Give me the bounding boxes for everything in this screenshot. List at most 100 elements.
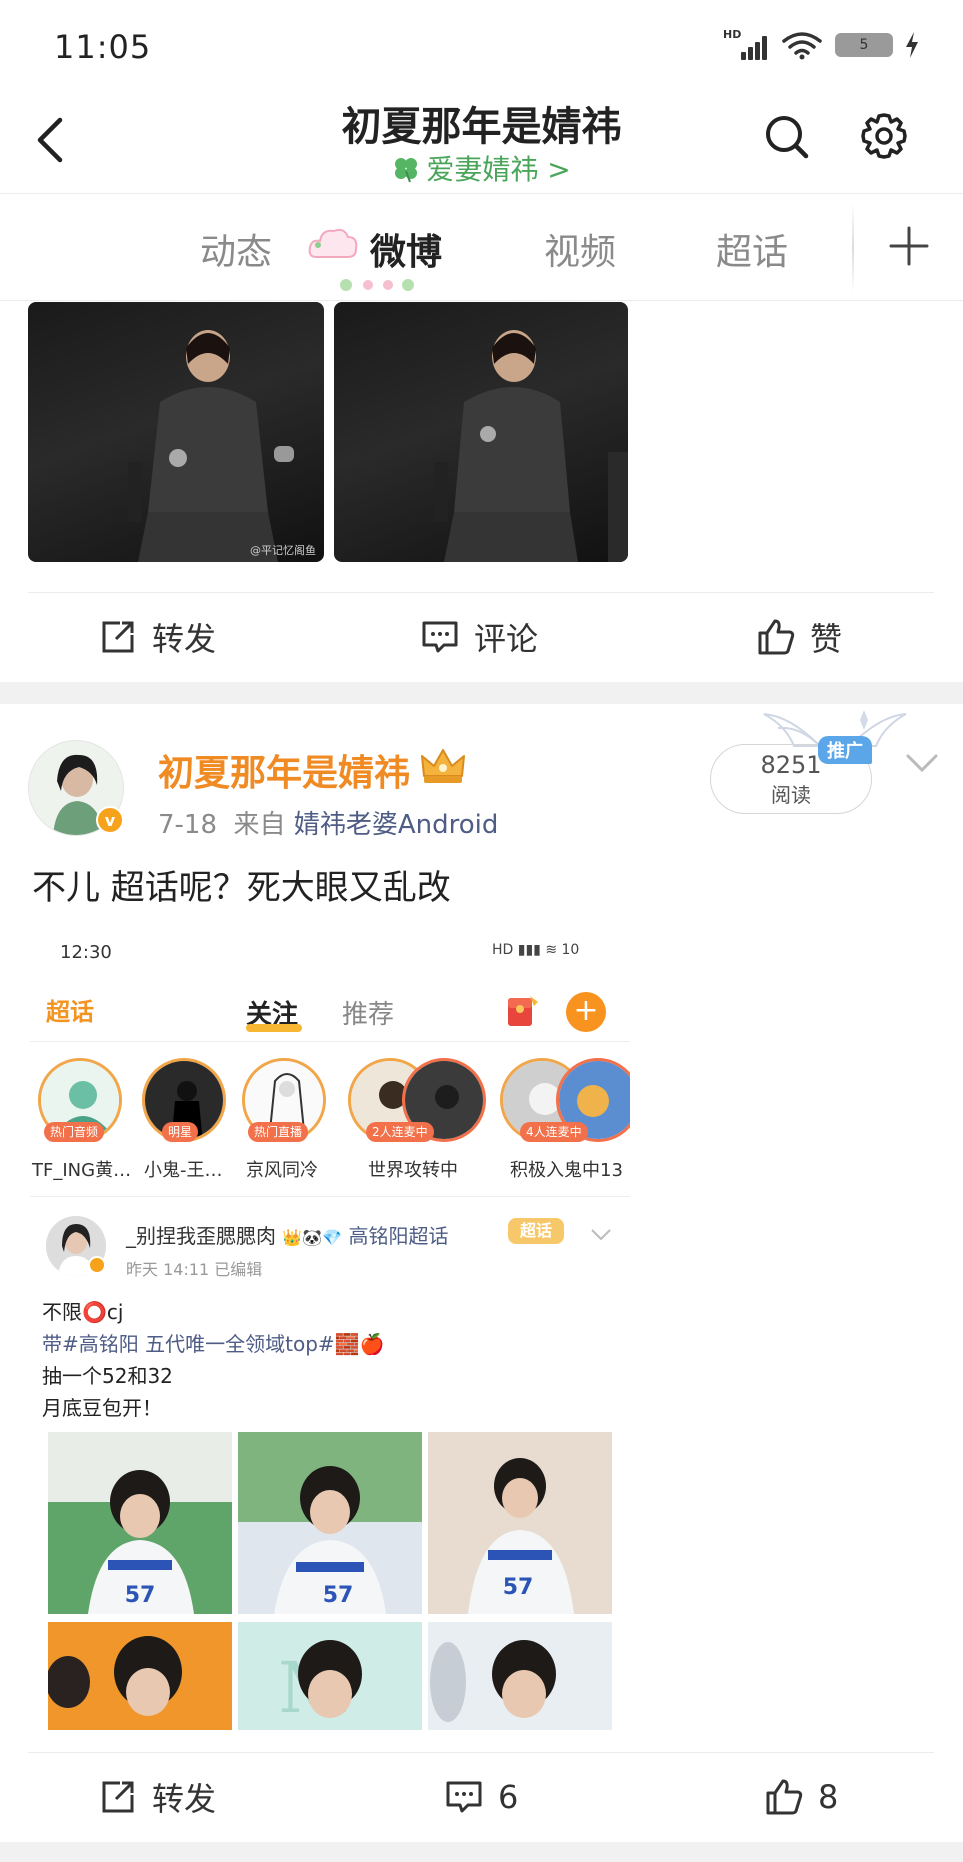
repost-label: 转发 xyxy=(152,1780,217,1818)
charging-icon xyxy=(906,32,918,58)
embed-photo xyxy=(428,1622,612,1730)
comment-button[interactable]: 评论 xyxy=(420,592,538,682)
share-icon xyxy=(102,1781,134,1813)
page-header: 初夏那年是婧祎 爱妻婧祎 > xyxy=(0,90,963,194)
battery-indicator: 5 xyxy=(835,33,893,57)
cloud-sticker-icon xyxy=(308,228,358,258)
svg-text:57: 57 xyxy=(125,1583,156,1608)
feed-separator xyxy=(0,682,963,704)
photo-figure xyxy=(434,330,628,562)
embed-topic-link: 高铭阳超话 xyxy=(348,1224,449,1248)
comment-button[interactable]: 6 xyxy=(444,1752,518,1842)
tab-dynamics[interactable]: 动态 xyxy=(200,223,272,275)
profile-title: 初夏那年是婧祎 xyxy=(341,104,622,150)
signal-label: HD xyxy=(723,28,742,41)
post-username[interactable]: 初夏那年是婧祎 xyxy=(158,744,410,796)
embed-username-text: _别捏我歪腮腮肉 xyxy=(126,1224,276,1248)
community-label: 京风同冷 xyxy=(246,1160,318,1181)
tab-weibo[interactable]: 微博 xyxy=(370,223,442,275)
community-label: 世界攻转中 xyxy=(368,1160,458,1181)
tab-video[interactable]: 视频 xyxy=(544,223,616,275)
post-image[interactable] xyxy=(334,302,628,562)
status-time: 11:05 xyxy=(54,28,152,66)
community-tag: 明星 xyxy=(162,1122,199,1142)
thumbs-up-icon xyxy=(758,619,795,655)
image-watermark: @平记忆阁鱼 xyxy=(250,544,316,557)
embed-post-line: 带#高铭阳 五代唯一全领域top#🧱🍎 xyxy=(42,1328,384,1357)
red-packet-icon xyxy=(508,996,538,1026)
source-prefix: 来自 xyxy=(233,810,286,840)
share-icon xyxy=(102,621,134,653)
crown-icon xyxy=(421,749,465,783)
search-icon[interactable] xyxy=(762,112,812,162)
read-label: 阅读 xyxy=(771,783,811,807)
embed-supertopic-tag: 超话 xyxy=(508,1218,564,1244)
embed-tab-underline xyxy=(246,1024,302,1032)
embed-photo: 57 xyxy=(48,1432,232,1614)
svg-text:57: 57 xyxy=(323,1583,354,1608)
embed-photo: 57 xyxy=(238,1432,422,1614)
embed-post-line: 抽一个52和32 xyxy=(42,1364,173,1388)
embed-add-button: + xyxy=(566,992,606,1032)
community-label: 积极入鬼中13 xyxy=(510,1160,623,1181)
community-label: 小鬼-王… xyxy=(144,1160,223,1181)
embed-post-line: 不限⭕cj xyxy=(42,1300,124,1324)
embed-tab-recommend: 推荐 xyxy=(342,1000,395,1030)
repost-button[interactable]: 转发 xyxy=(98,1752,216,1842)
comment-icon xyxy=(446,1781,482,1813)
post-screenshot-image[interactable]: 12:30 HD ▮▮▮ ≋ 10 超话 关注 推荐 + 热门音频 TF_ING… xyxy=(30,930,630,1730)
profile-subtitle-link[interactable]: 爱妻婧祎 > xyxy=(0,148,963,188)
embed-status: HD ▮▮▮ ≋ 10 xyxy=(492,942,580,958)
promotion-badge: 推广 xyxy=(818,736,872,764)
subtitle-text: 爱妻婧祎 > xyxy=(426,153,571,186)
embed-logo: 超话 xyxy=(46,998,94,1026)
embed-topbar: 超话 关注 推荐 + xyxy=(30,982,630,1042)
community-label: TF_ING黄… xyxy=(32,1160,132,1181)
chevron-down-icon[interactable] xyxy=(904,752,940,774)
community-tag: 4人连麦中 xyxy=(520,1122,588,1142)
gear-icon[interactable] xyxy=(858,110,910,162)
post-date: 7-18 xyxy=(158,810,218,840)
repost-label: 转发 xyxy=(152,620,217,658)
embed-photo: 57 xyxy=(428,1432,612,1614)
photo-figure xyxy=(128,330,294,562)
profile-tabs: 动态 微博 视频 超话 xyxy=(0,195,963,301)
svg-text:57: 57 xyxy=(503,1575,534,1600)
like-button[interactable]: 赞 xyxy=(756,592,842,682)
comment-label: 评论 xyxy=(474,620,539,658)
embed-time: 12:30 xyxy=(60,942,112,963)
post-source[interactable]: 婧祎老婆Android xyxy=(294,810,499,840)
plus-icon[interactable] xyxy=(888,225,930,267)
like-count: 8 xyxy=(818,1778,839,1816)
battery-level: 5 xyxy=(859,37,869,53)
thumbs-up-icon xyxy=(766,1779,803,1815)
like-button[interactable]: 8 xyxy=(764,1752,838,1842)
post-meta: 7-18 来自 婧祎老婆Android xyxy=(158,804,498,841)
embed-post-line: 月底豆包开！ xyxy=(42,1396,162,1420)
repost-button[interactable]: 转发 xyxy=(98,592,216,682)
emoji-icons: 👑🐼💎 xyxy=(282,1228,343,1247)
embed-hashtag-line: 带#高铭阳 五代唯一全领域top#🧱🍎 xyxy=(42,1332,385,1356)
tab-supertopic[interactable]: 超话 xyxy=(716,223,788,275)
embed-photo xyxy=(48,1622,232,1730)
community-tag: 热门音频 xyxy=(44,1122,105,1142)
embed-divider xyxy=(30,1196,630,1197)
feed-separator xyxy=(0,1842,963,1862)
status-bar: 11:05 HD 5 xyxy=(0,0,963,90)
tab-indicator-decoration xyxy=(340,279,414,291)
embed-verified-badge-icon xyxy=(88,1256,106,1274)
embed-chevron-down-icon xyxy=(591,1229,611,1241)
status-indicators: HD 5 xyxy=(723,28,919,60)
embed-post-username: _别捏我歪腮腮肉 👑🐼💎 高铭阳超话 xyxy=(126,1220,448,1249)
post-action-bar: 转发 6 8 xyxy=(0,1752,963,1842)
post-action-bar: 转发 评论 赞 xyxy=(0,592,963,682)
comment-count: 6 xyxy=(498,1778,519,1816)
community-tag: 2人连麦中 xyxy=(366,1122,434,1142)
verified-badge-icon: v xyxy=(96,806,124,834)
wifi-icon xyxy=(782,32,822,60)
community-tag: 热门直播 xyxy=(248,1122,309,1142)
post-image[interactable]: @平记忆阁鱼 xyxy=(28,302,324,562)
embed-post-meta: 昨天 14:11 已编辑 xyxy=(126,1260,263,1279)
embed-photo: M xyxy=(238,1622,422,1730)
signal-icon: HD xyxy=(723,28,769,60)
